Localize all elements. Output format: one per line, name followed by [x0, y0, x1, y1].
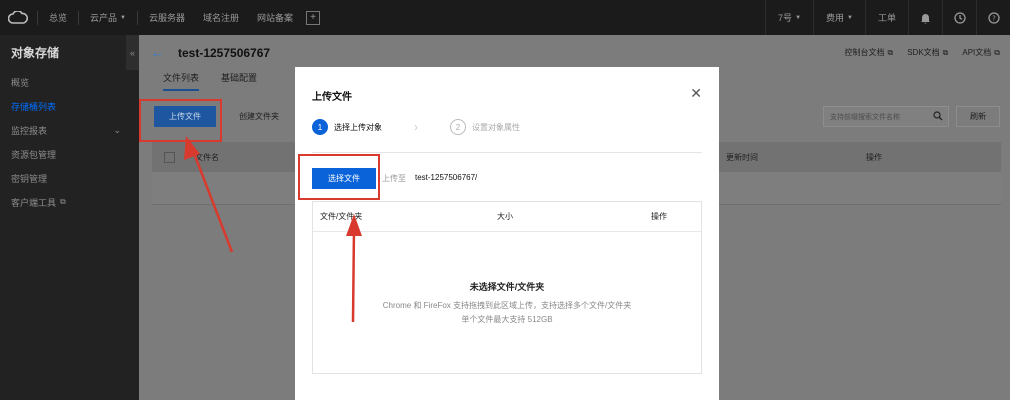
chevron-down-icon: ▼: [795, 14, 802, 21]
empty-state-limit: 单个文件最大支持 512GB: [461, 315, 553, 324]
upload-path: test-1257506767/: [415, 173, 478, 182]
billing-menu[interactable]: 费用 ▼: [813, 0, 865, 35]
billing-label: 费用: [826, 13, 845, 23]
console-doc-label: 控制台文档: [844, 48, 885, 57]
tab-bar: 文件列表 基础配置: [163, 71, 257, 91]
collapse-sidebar-button[interactable]: «: [126, 35, 139, 70]
search-icon[interactable]: [933, 111, 943, 123]
external-link-icon: ⧉: [887, 47, 894, 57]
api-doc-link[interactable]: API文档 ⧉: [962, 47, 1000, 58]
nav-cvm[interactable]: 云服务器: [140, 11, 194, 24]
console-doc-link[interactable]: 控制台文档 ⧉: [844, 47, 893, 58]
sidebar-item-label: 密钥管理: [11, 173, 48, 184]
close-icon[interactable]: ✕: [690, 85, 702, 102]
chevron-down-icon: ▼: [847, 14, 853, 21]
top-navigation-bar: 总览 云产品 ▼ 云服务器 域名注册 网站备案 + 7号 ▼ 费用 ▼ 工单 ?: [0, 0, 1010, 35]
doc-links: 控制台文档 ⧉ SDK文档 ⧉ API文档 ⧉: [844, 35, 1000, 70]
empty-state-hint: Chrome 和 FireFox 支持拖拽到此区域上传，支持选择多个文件/文件夹: [382, 301, 632, 310]
sidebar-item-monitoring[interactable]: 监控报表 ⌄: [0, 118, 139, 142]
create-folder-button[interactable]: 创建文件夹: [229, 106, 289, 127]
refresh-button[interactable]: 刷新: [956, 106, 1000, 127]
page-title: test-1257506767: [178, 45, 271, 60]
region-label: 7号: [778, 13, 793, 23]
ticket-label: 工单: [877, 13, 896, 23]
file-list-header: 文件/文件夹 大小 操作: [313, 202, 701, 232]
file-drop-zone[interactable]: 文件/文件夹 大小 操作 未选择文件/文件夹 Chrome 和 FireFox …: [312, 201, 702, 374]
sidebar-item-key-management[interactable]: 密钥管理: [0, 166, 139, 190]
divider: [312, 152, 702, 153]
external-link-icon: ⧉: [60, 197, 66, 206]
tab-file-list[interactable]: 文件列表: [163, 71, 200, 91]
sidebar: 对象存储 « 概览 存储桶列表 监控报表 ⌄ 资源包管理 密钥管理 客户端工具 ⧉: [0, 35, 139, 400]
upload-steps: 1 选择上传对象 › 2 设置对象属性: [312, 119, 520, 135]
nav-domain[interactable]: 域名注册: [194, 11, 248, 24]
tab-basic-config[interactable]: 基础配置: [221, 71, 257, 91]
svg-text:?: ?: [992, 14, 996, 22]
dialog-title: 上传文件: [312, 92, 352, 103]
external-link-icon: ⧉: [994, 47, 1000, 57]
search-placeholder: 支持前缀搜索文件名称: [830, 113, 900, 121]
upload-dialog: 上传文件 ✕ 1 选择上传对象 › 2 设置对象属性 选择文件 上传至 test…: [295, 67, 719, 400]
step-2-label: 设置对象属性: [472, 122, 520, 132]
sdk-doc-link[interactable]: SDK文档 ⧉: [907, 47, 948, 58]
step-1-label: 选择上传对象: [334, 122, 382, 132]
sidebar-item-resource-pack[interactable]: 资源包管理: [0, 142, 139, 166]
sidebar-item-bucket-list[interactable]: 存储桶列表: [0, 94, 139, 118]
bell-icon[interactable]: [908, 0, 942, 35]
external-link-icon: ⧉: [942, 47, 949, 57]
annotation-box-select: [298, 154, 380, 200]
step-1-number: 1: [312, 119, 328, 135]
col-operation: 操作: [651, 212, 667, 221]
nav-cloud-products-label: 云产品: [90, 13, 118, 23]
annotation-box-upload: [139, 99, 222, 142]
search-input[interactable]: 支持前缀搜索文件名称: [823, 106, 949, 127]
chevron-down-icon: ⌄: [113, 124, 121, 135]
col-updated-time: 更新时间: [726, 152, 758, 162]
sidebar-title: 对象存储: [11, 46, 60, 60]
sidebar-header: 对象存储 «: [0, 35, 139, 70]
sidebar-item-label: 监控报表: [11, 125, 48, 136]
col-file-folder: 文件/文件夹: [320, 212, 363, 221]
page-header: ← test-1257506767 控制台文档 ⧉ SDK文档 ⧉ API文档 ⧉: [139, 35, 1010, 70]
col-action: 操作: [866, 152, 882, 162]
add-shortcut-icon[interactable]: +: [306, 10, 321, 25]
help-icon[interactable]: ?: [976, 0, 1010, 35]
cloud-logo-icon[interactable]: [0, 0, 35, 35]
back-arrow-icon[interactable]: ←: [151, 45, 164, 60]
region-selector[interactable]: 7号 ▼: [765, 0, 813, 35]
col-size: 大小: [497, 212, 513, 221]
chevron-down-icon: ▼: [120, 14, 126, 21]
sidebar-item-client-tools[interactable]: 客户端工具 ⧉: [0, 190, 139, 214]
nav-cloud-products[interactable]: 云产品 ▼: [81, 11, 135, 24]
sdk-doc-label: SDK文档: [907, 48, 940, 57]
api-doc-label: API文档: [962, 48, 992, 57]
sidebar-item-label: 客户端工具: [11, 197, 57, 208]
nav-overview[interactable]: 总览: [40, 11, 76, 24]
sidebar-item-label: 概览: [11, 77, 30, 88]
sidebar-item-overview[interactable]: 概览: [0, 70, 139, 94]
sidebar-item-label: 资源包管理: [11, 149, 57, 160]
upload-to-label: 上传至: [382, 174, 406, 183]
col-file-name: 文件名: [195, 152, 219, 162]
clock-icon[interactable]: [942, 0, 976, 35]
empty-state-title: 未选择文件/文件夹: [469, 282, 545, 292]
select-all-checkbox[interactable]: [164, 151, 175, 163]
chevron-right-icon: ›: [414, 120, 418, 134]
sidebar-item-label: 存储桶列表: [11, 101, 57, 112]
nav-icp[interactable]: 网站备案: [248, 11, 302, 24]
ticket-menu[interactable]: 工单: [864, 0, 908, 35]
step-2-number: 2: [450, 119, 466, 135]
